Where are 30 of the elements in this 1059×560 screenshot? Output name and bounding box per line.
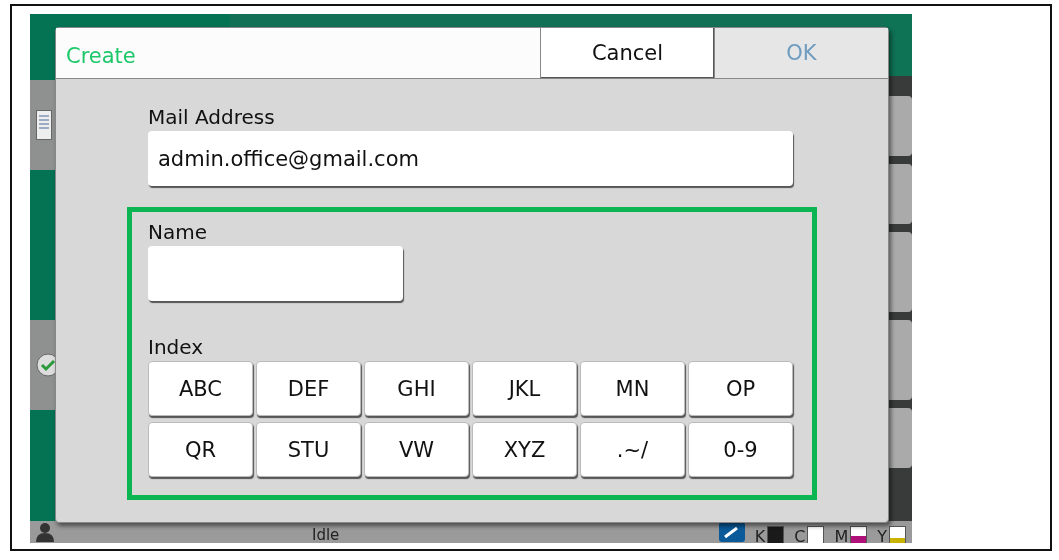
field-label: Name — [148, 220, 208, 244]
index-key[interactable]: VW — [364, 422, 469, 477]
index-key[interactable]: ABC — [148, 361, 253, 416]
status-text: Idle — [312, 527, 340, 543]
name-field[interactable] — [148, 246, 403, 301]
index-key[interactable]: OP — [688, 361, 793, 416]
ink-label: M — [834, 526, 849, 543]
index-key[interactable]: STU — [256, 422, 361, 477]
ink-level-meter — [850, 525, 868, 543]
index-key[interactable]: 0-9 — [688, 422, 793, 477]
cancel-button[interactable]: Cancel — [540, 28, 714, 78]
mail-address-field[interactable]: admin.office@gmail.com — [148, 131, 793, 186]
ink-level-meter — [889, 525, 906, 543]
index-key[interactable]: XYZ — [472, 422, 577, 477]
document-icon — [36, 110, 52, 140]
index-key[interactable]: .~/ — [580, 422, 685, 477]
ink-label: Y — [877, 526, 887, 543]
ink-label: C — [794, 526, 806, 543]
index-key[interactable]: DEF — [256, 361, 361, 416]
field-label: Mail Address — [148, 105, 276, 129]
index-key[interactable]: GHI — [364, 361, 469, 416]
index-key[interactable]: MN — [580, 361, 685, 416]
ink-level-meter — [767, 525, 785, 543]
user-icon[interactable] — [36, 522, 54, 542]
dialog-title: Create — [65, 44, 137, 68]
index-key[interactable]: JKL — [472, 361, 577, 416]
ink-level-meter — [807, 525, 825, 543]
ink-label: K — [754, 526, 766, 543]
index-key[interactable]: QR — [148, 422, 253, 477]
field-label: Index — [148, 335, 205, 359]
